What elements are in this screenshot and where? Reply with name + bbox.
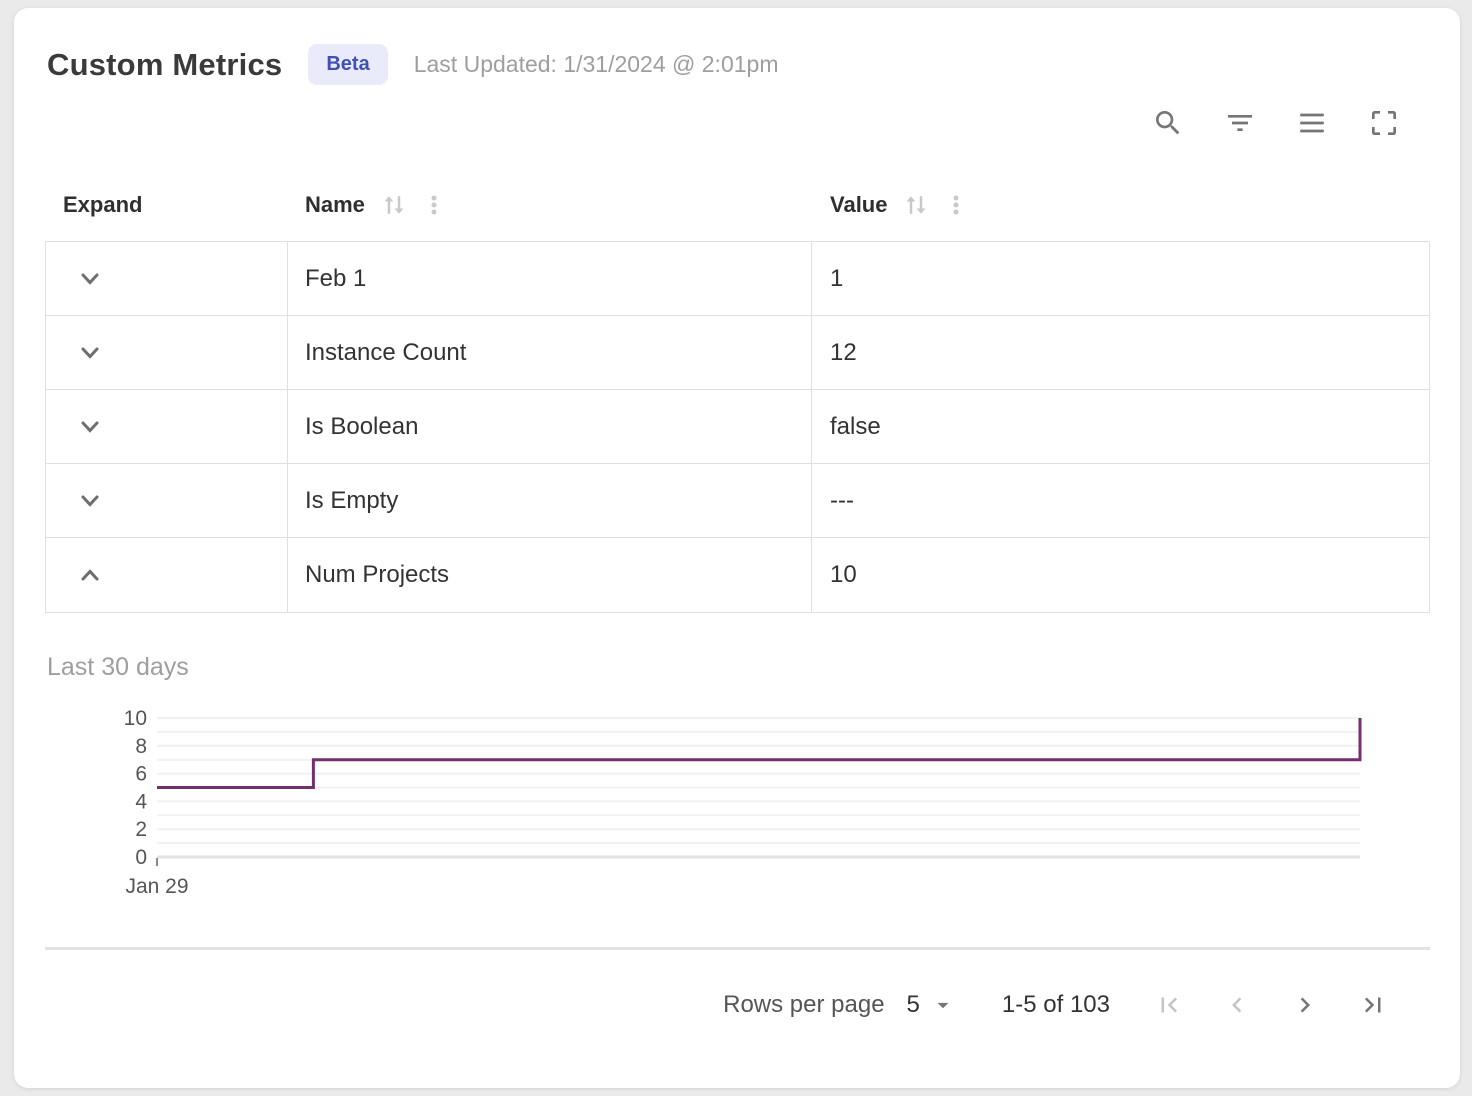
first-page-button[interactable] bbox=[1154, 990, 1184, 1020]
sort-icon[interactable] bbox=[379, 190, 409, 220]
last-page-button[interactable] bbox=[1358, 990, 1388, 1020]
search-icon bbox=[1152, 107, 1184, 139]
pagination-footer: Rows per page 5 1-5 of 103 bbox=[45, 947, 1430, 1059]
chevron-up-icon[interactable] bbox=[75, 560, 105, 590]
svg-text:10: 10 bbox=[124, 707, 147, 730]
fullscreen-icon bbox=[1368, 107, 1400, 139]
dropdown-arrow-icon bbox=[930, 992, 956, 1018]
value-cell: 1 bbox=[812, 242, 1429, 315]
svg-text:Jan 29: Jan 29 bbox=[125, 875, 188, 898]
last-updated-text: Last Updated: 1/31/2024 @ 2:01pm bbox=[414, 51, 779, 78]
value-cell: false bbox=[812, 390, 1429, 463]
column-menu-icon[interactable] bbox=[943, 192, 969, 218]
rows-per-page-value: 5 bbox=[907, 991, 920, 1019]
chevron-down-icon[interactable] bbox=[75, 338, 105, 368]
step-line-chart: 0 2 4 6 8 10 Jan 29 bbox=[77, 706, 1377, 904]
custom-metrics-card: Custom Metrics Beta Last Updated: 1/31/2… bbox=[14, 8, 1460, 1088]
expand-cell bbox=[46, 464, 288, 537]
chevron-down-icon[interactable] bbox=[75, 264, 105, 294]
column-header-name[interactable]: Name bbox=[288, 190, 812, 220]
next-page-button[interactable] bbox=[1290, 990, 1320, 1020]
density-button[interactable] bbox=[1296, 107, 1328, 139]
column-header-label: Name bbox=[305, 192, 365, 218]
svg-text:8: 8 bbox=[135, 735, 147, 758]
pager-controls bbox=[1154, 990, 1388, 1020]
rows-per-page-label: Rows per page bbox=[723, 991, 884, 1019]
value-cell: 12 bbox=[812, 316, 1429, 389]
table-header-row: Expand Name Value bbox=[45, 169, 1430, 241]
density-icon bbox=[1296, 107, 1328, 139]
chart-title: Last 30 days bbox=[47, 653, 1460, 682]
table-row: Is Boolean false bbox=[46, 390, 1429, 464]
svg-text:2: 2 bbox=[135, 818, 147, 841]
svg-text:4: 4 bbox=[135, 790, 147, 813]
column-header-value[interactable]: Value bbox=[812, 190, 1430, 220]
grid-toolbar bbox=[14, 107, 1400, 139]
sort-icon[interactable] bbox=[901, 190, 931, 220]
name-cell: Is Empty bbox=[288, 464, 812, 537]
table-row-expanded: Num Projects 10 bbox=[46, 538, 1429, 612]
column-header-label: Value bbox=[830, 192, 887, 218]
previous-page-button[interactable] bbox=[1222, 990, 1252, 1020]
expand-cell bbox=[46, 390, 288, 463]
chevron-down-icon[interactable] bbox=[75, 486, 105, 516]
beta-badge: Beta bbox=[308, 44, 387, 85]
svg-text:6: 6 bbox=[135, 763, 147, 786]
trend-chart: 0 2 4 6 8 10 Jan 29 bbox=[77, 706, 1460, 909]
chevron-left-icon bbox=[1222, 990, 1252, 1020]
table-row: Instance Count 12 bbox=[46, 316, 1429, 390]
table-row: Feb 1 1 bbox=[46, 242, 1429, 316]
column-header-expand: Expand bbox=[45, 192, 288, 218]
chevron-right-icon bbox=[1290, 990, 1320, 1020]
name-cell: Feb 1 bbox=[288, 242, 812, 315]
search-button[interactable] bbox=[1152, 107, 1184, 139]
value-cell: 10 bbox=[812, 538, 1429, 612]
value-cell: --- bbox=[812, 464, 1429, 537]
fullscreen-button[interactable] bbox=[1368, 107, 1400, 139]
filter-icon bbox=[1224, 107, 1256, 139]
first-page-icon bbox=[1154, 990, 1184, 1020]
column-menu-icon[interactable] bbox=[421, 192, 447, 218]
page-range-label: 1-5 of 103 bbox=[1002, 991, 1110, 1019]
expand-cell bbox=[46, 316, 288, 389]
column-header-label: Expand bbox=[63, 192, 142, 218]
filter-button[interactable] bbox=[1224, 107, 1256, 139]
svg-text:0: 0 bbox=[135, 846, 147, 869]
expand-cell bbox=[46, 242, 288, 315]
last-page-icon bbox=[1358, 990, 1388, 1020]
chevron-down-icon[interactable] bbox=[75, 412, 105, 442]
rows-per-page-select[interactable]: 5 bbox=[907, 991, 956, 1019]
page-title: Custom Metrics bbox=[47, 47, 282, 83]
name-cell: Num Projects bbox=[288, 538, 812, 612]
table-body: Feb 1 1 Instance Count 12 Is Boo bbox=[45, 241, 1430, 613]
metrics-table: Expand Name Value bbox=[45, 169, 1430, 613]
expand-cell bbox=[46, 538, 288, 612]
card-header: Custom Metrics Beta Last Updated: 1/31/2… bbox=[47, 44, 1460, 85]
table-row: Is Empty --- bbox=[46, 464, 1429, 538]
name-cell: Instance Count bbox=[288, 316, 812, 389]
name-cell: Is Boolean bbox=[288, 390, 812, 463]
